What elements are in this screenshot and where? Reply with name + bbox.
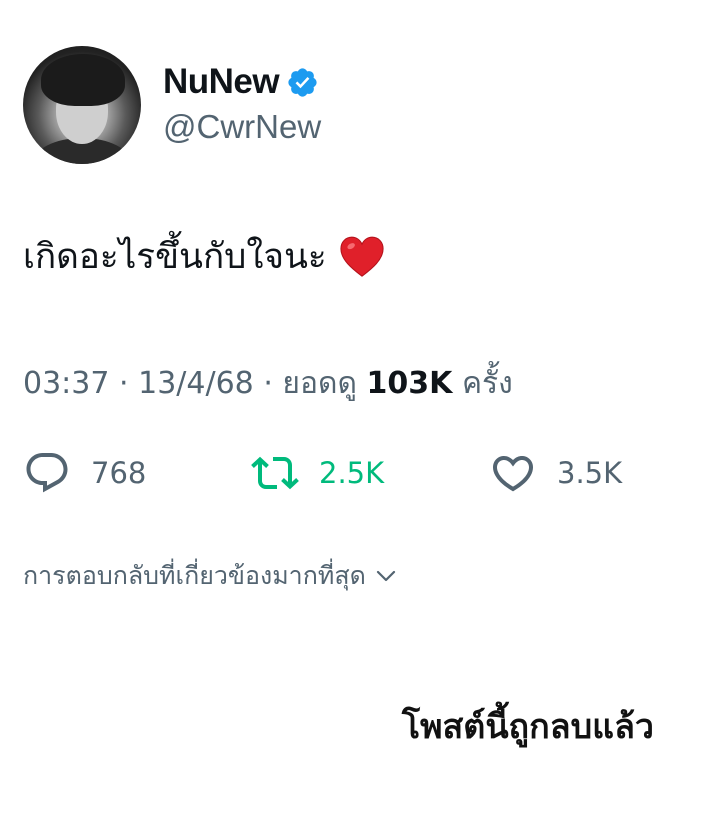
chevron-down-icon [374, 564, 398, 588]
views-label: ยอดดู [282, 366, 357, 401]
user-handle[interactable]: @CwrNew [163, 105, 321, 149]
red-heart-emoji-icon [339, 235, 385, 279]
tweet-text: เกิดอะไรขึ้นกับใจนะ [23, 237, 327, 277]
verified-badge-icon[interactable] [286, 66, 319, 99]
avatar-hair [41, 54, 125, 106]
display-name[interactable]: NuNew [163, 61, 280, 103]
tweet-time[interactable]: 03:37 [23, 366, 109, 401]
reply-button[interactable]: 768 [23, 448, 146, 498]
deleted-post-caption: โพสต์นี้ถูกลบแล้ว [401, 707, 654, 747]
like-count: 3.5K [557, 456, 623, 490]
reply-count: 768 [91, 456, 147, 490]
reply-icon [23, 449, 71, 497]
display-name-row: NuNew [163, 61, 321, 103]
tweet-meta: 03:37 · 13/4/68 · ยอดดู 103K ครั้ง [23, 362, 513, 406]
tweet-date[interactable]: 13/4/68 [138, 366, 254, 401]
action-bar: 768 2.5K 3.5K [23, 448, 663, 498]
tweet-header: NuNew @CwrNew [23, 46, 321, 164]
tweet-body: เกิดอะไรขึ้นกับใจนะ [23, 232, 385, 282]
replies-sort-dropdown[interactable]: การตอบกลับที่เกี่ยวข้องมากที่สุด [23, 556, 398, 596]
retweet-icon [251, 449, 299, 497]
views-count: 103K [366, 366, 453, 401]
retweet-count: 2.5K [319, 456, 385, 490]
like-button[interactable]: 3.5K [489, 448, 622, 498]
meta-separator: · [263, 366, 273, 401]
meta-separator: · [119, 366, 129, 401]
views-unit: ครั้ง [461, 366, 513, 401]
avatar[interactable] [23, 46, 141, 164]
author-names: NuNew @CwrNew [163, 61, 321, 149]
heart-icon [489, 449, 537, 497]
replies-sort-label: การตอบกลับที่เกี่ยวข้องมากที่สุด [23, 561, 366, 590]
retweet-button[interactable]: 2.5K [251, 448, 384, 498]
